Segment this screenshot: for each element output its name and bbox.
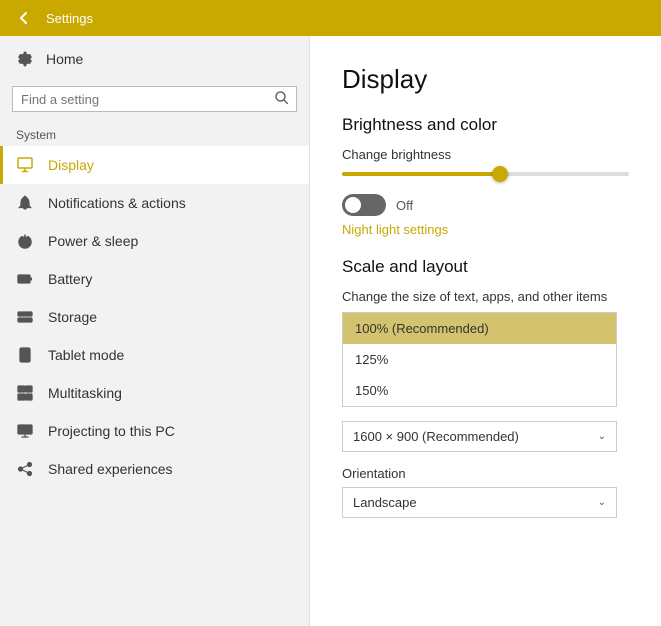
brightness-slider[interactable] — [342, 172, 629, 176]
tablet-icon — [16, 346, 34, 364]
scale-option-125[interactable]: 125% — [343, 344, 616, 375]
sidebar-item-tablet[interactable]: Tablet mode — [0, 336, 309, 374]
back-button[interactable] — [12, 6, 36, 30]
sidebar-shared-label: Shared experiences — [48, 461, 173, 477]
toggle-knob — [345, 197, 361, 213]
sidebar: Home System Display — [0, 36, 310, 626]
slider-thumb[interactable] — [492, 166, 508, 182]
home-icon — [16, 50, 34, 68]
multitasking-icon — [16, 384, 34, 402]
brightness-section-title: Brightness and color — [342, 115, 629, 135]
scale-option-150[interactable]: 150% — [343, 375, 616, 406]
sidebar-item-display[interactable]: Display — [0, 146, 309, 184]
sidebar-multitasking-label: Multitasking — [48, 385, 122, 401]
title-bar: Settings — [0, 0, 661, 36]
sidebar-power-label: Power & sleep — [48, 233, 138, 249]
scale-section-title: Scale and layout — [342, 257, 629, 277]
night-light-toggle[interactable] — [342, 194, 386, 216]
notifications-icon — [16, 194, 34, 212]
sidebar-item-projecting[interactable]: Projecting to this PC — [0, 412, 309, 450]
night-light-row: Off — [342, 194, 629, 216]
sidebar-display-label: Display — [48, 157, 94, 173]
search-box[interactable] — [12, 86, 297, 112]
resolution-value: 1600 × 900 (Recommended) — [353, 429, 519, 444]
sidebar-item-battery[interactable]: Battery — [0, 260, 309, 298]
shared-icon — [16, 460, 34, 478]
sidebar-battery-label: Battery — [48, 271, 92, 287]
power-icon — [16, 232, 34, 250]
sidebar-item-notifications[interactable]: Notifications & actions — [0, 184, 309, 222]
orientation-dropdown[interactable]: Landscape ⌄ — [342, 487, 617, 518]
sidebar-storage-label: Storage — [48, 309, 97, 325]
resolution-dropdown[interactable]: 1600 × 900 (Recommended) ⌄ — [342, 421, 617, 452]
sidebar-section-label: System — [0, 120, 309, 146]
storage-icon — [16, 308, 34, 326]
sidebar-notifications-label: Notifications & actions — [48, 195, 186, 211]
orientation-value: Landscape — [353, 495, 417, 510]
search-input[interactable] — [21, 92, 275, 107]
sidebar-tablet-label: Tablet mode — [48, 347, 124, 363]
orientation-label: Orientation — [342, 466, 629, 481]
orientation-chevron-icon: ⌄ — [598, 497, 606, 508]
window-title: Settings — [46, 11, 93, 26]
content-area: Display Brightness and color Change brig… — [310, 36, 661, 626]
sidebar-item-power[interactable]: Power & sleep — [0, 222, 309, 260]
sidebar-item-home[interactable]: Home — [0, 36, 309, 82]
scale-dropdown-list: 100% (Recommended) 125% 150% — [342, 312, 617, 407]
page-title: Display — [342, 64, 629, 95]
night-light-status: Off — [396, 198, 413, 213]
projecting-icon — [16, 422, 34, 440]
scale-description: Change the size of text, apps, and other… — [342, 289, 629, 304]
sidebar-item-multitasking[interactable]: Multitasking — [0, 374, 309, 412]
main-layout: Home System Display — [0, 36, 661, 626]
scale-option-100[interactable]: 100% (Recommended) — [343, 313, 616, 344]
night-light-settings-link[interactable]: Night light settings — [342, 222, 629, 237]
brightness-label: Change brightness — [342, 147, 629, 162]
resolution-chevron-icon: ⌄ — [598, 431, 606, 442]
search-icon — [275, 91, 288, 107]
brightness-slider-container: Change brightness — [342, 147, 629, 176]
sidebar-home-label: Home — [46, 51, 83, 67]
sidebar-item-storage[interactable]: Storage — [0, 298, 309, 336]
sidebar-item-shared[interactable]: Shared experiences — [0, 450, 309, 488]
display-icon — [16, 156, 34, 174]
slider-fill — [342, 172, 500, 176]
sidebar-projecting-label: Projecting to this PC — [48, 423, 175, 439]
battery-icon — [16, 270, 34, 288]
